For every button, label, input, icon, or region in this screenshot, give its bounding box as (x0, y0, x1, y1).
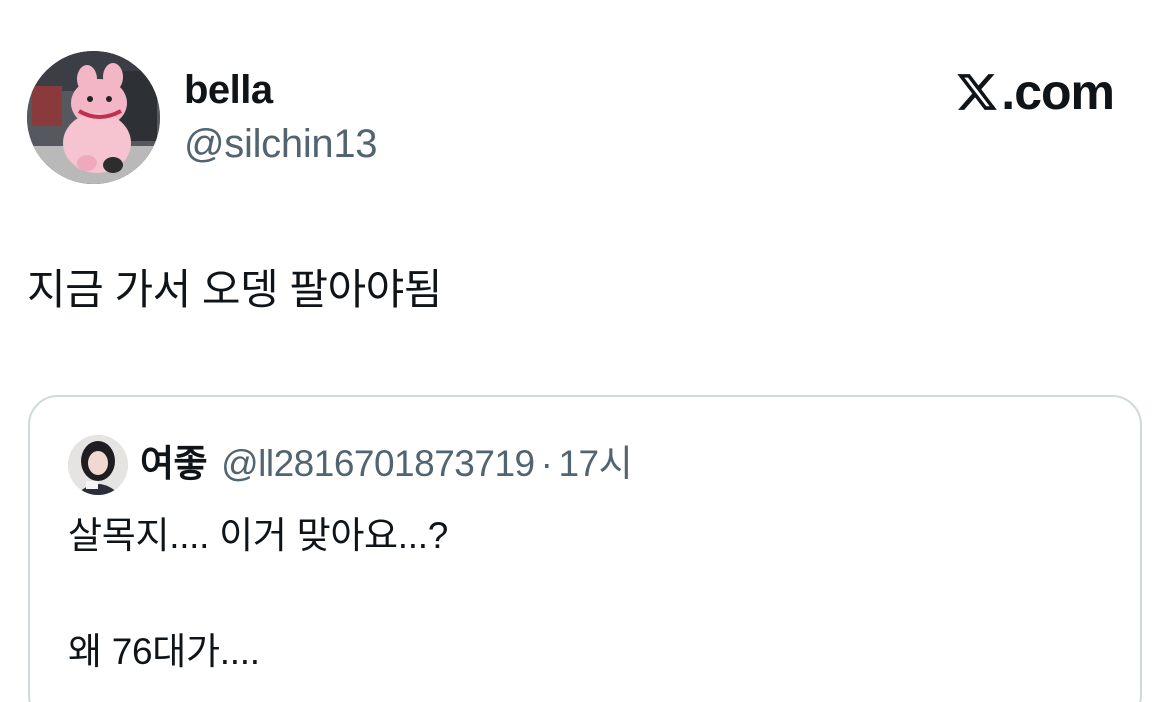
person-avatar-icon (68, 435, 128, 495)
tweet-screenshot: bella @silchin13 .com 지금 가서 오뎅 팔아야됨 여좋 @… (0, 0, 1170, 702)
quoted-author-name[interactable]: 여좋 (140, 439, 208, 489)
author-handle[interactable]: @silchin13 (184, 120, 378, 168)
brand-label: .com (955, 64, 1115, 120)
quoted-timestamp[interactable]: 17시 (558, 439, 632, 489)
quoted-author-avatar[interactable] (68, 435, 128, 495)
tweet-text: 지금 가서 오뎅 팔아야됨 (27, 266, 442, 313)
brand-domain-text: .com (1001, 64, 1115, 120)
author-avatar[interactable] (27, 51, 160, 184)
pink-plush-avatar-icon (27, 51, 160, 184)
quoted-text-line-1: 살목지.... 이거 맞아요...? (68, 515, 449, 556)
x-logo-icon (957, 74, 998, 110)
quoted-separator: · (540, 443, 553, 484)
quoted-tweet-card[interactable]: 여좋 @ll2816701873719 · 17시 살목지.... 이거 맞아요… (28, 395, 1142, 702)
author-display-name[interactable]: bella (184, 66, 273, 114)
quoted-author-handle[interactable]: @ll2816701873719 (221, 439, 535, 489)
quoted-text-line-2: 왜 76대가.... (68, 631, 260, 672)
quoted-tweet-header: 여좋 @ll2816701873719 · 17시 (140, 439, 633, 489)
